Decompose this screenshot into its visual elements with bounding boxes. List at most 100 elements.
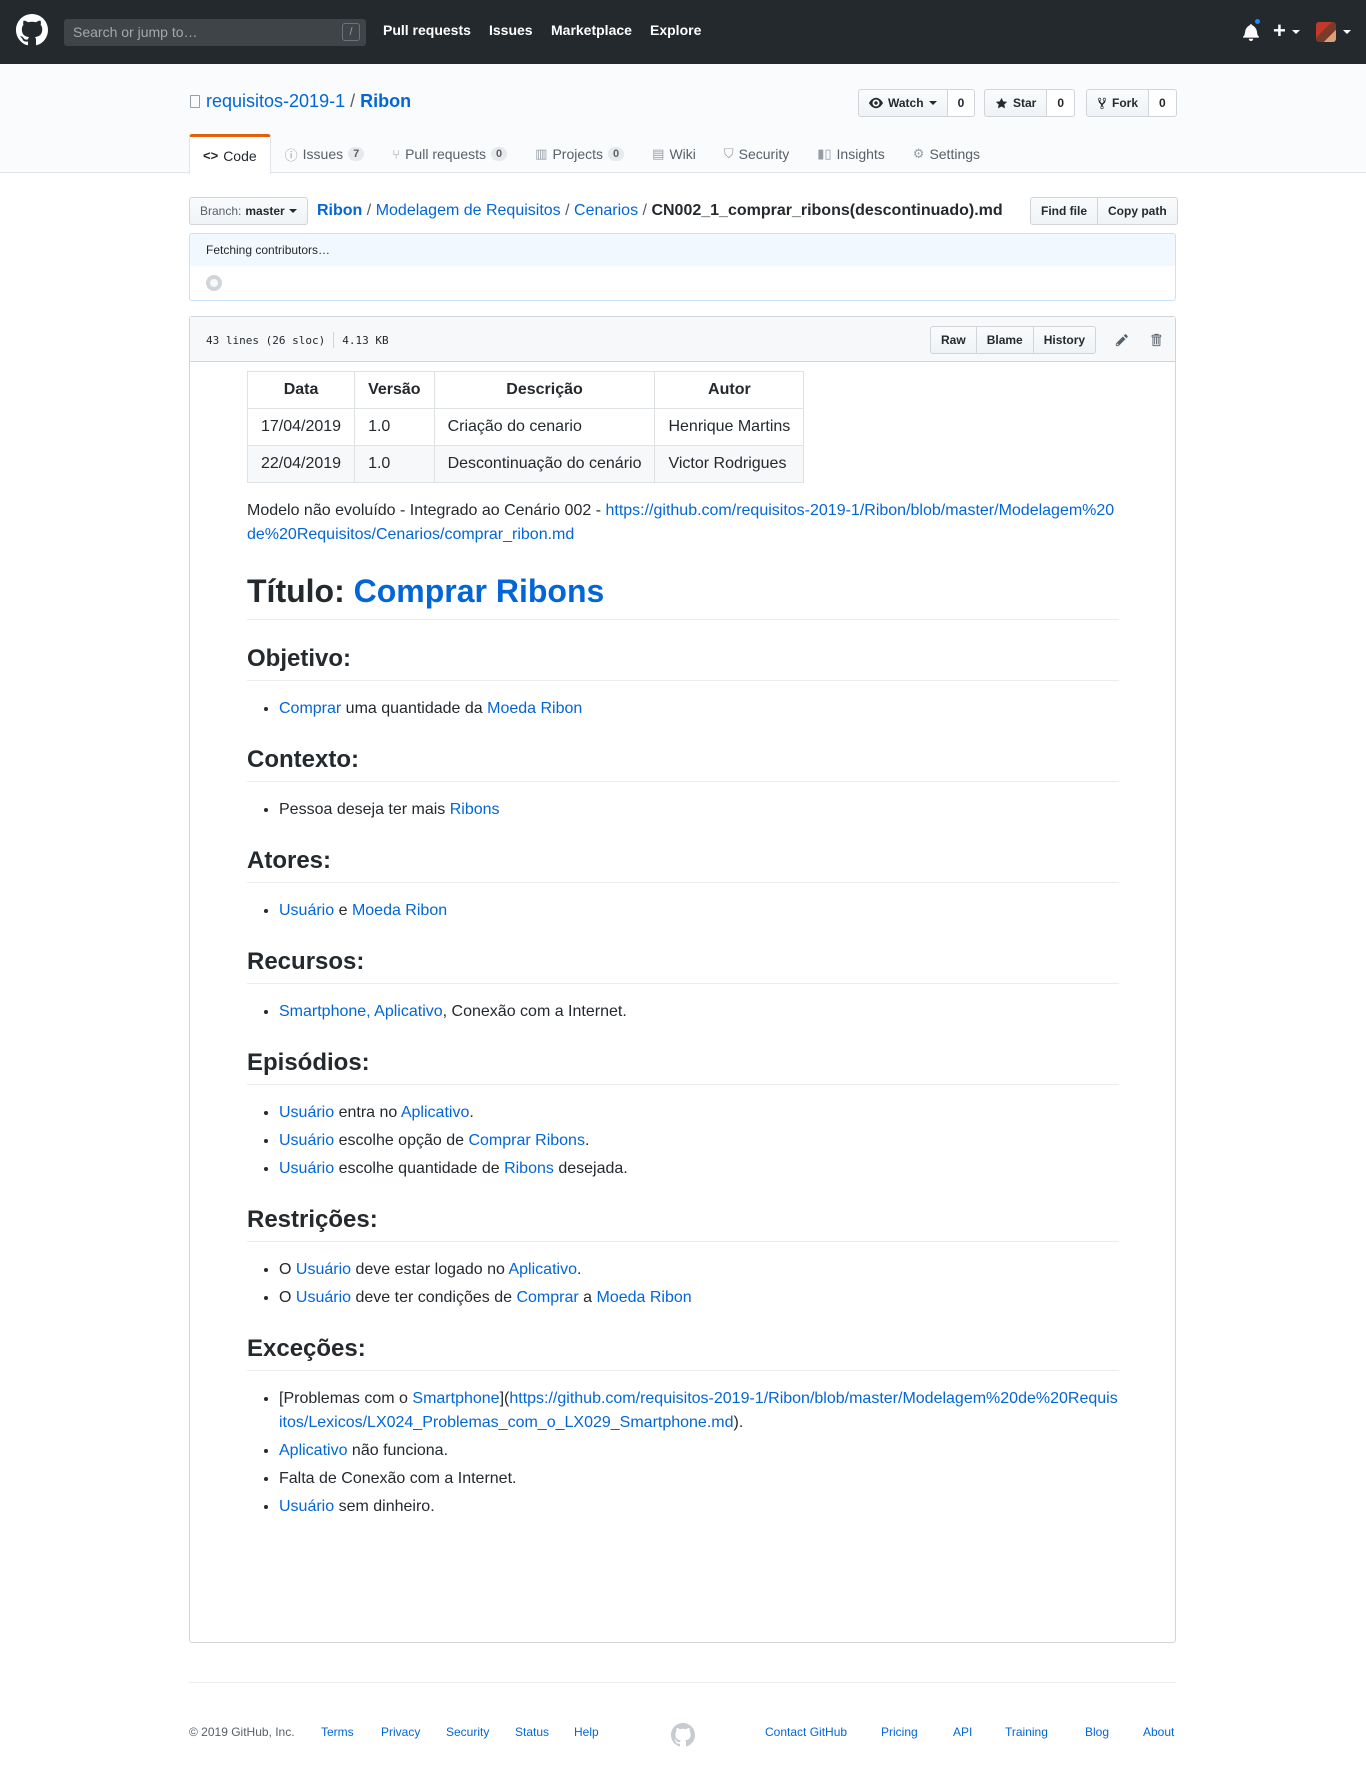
star-count[interactable]: 0	[1047, 89, 1076, 117]
footer-link-blog[interactable]: Blog	[1085, 1725, 1109, 1739]
fork-label: Fork	[1112, 96, 1139, 110]
branch-select-button[interactable]: Branch: master	[189, 197, 308, 225]
nav-pull-requests[interactable]: Pull requests	[383, 22, 471, 38]
list-item: Pessoa deseja ter mais Ribons	[279, 798, 1119, 822]
tab-issues[interactable]: ⓘ Issues 7	[271, 134, 379, 173]
github-logo-icon[interactable]	[16, 14, 48, 46]
watch-count[interactable]: 0	[947, 89, 976, 117]
link[interactable]: Ribons	[450, 801, 500, 818]
text: , Conexão com a Internet.	[442, 1003, 627, 1020]
footer-link-status[interactable]: Status	[515, 1725, 549, 1739]
nav-explore[interactable]: Explore	[650, 22, 701, 38]
table-cell: Descontinuação do cenário	[433, 445, 656, 483]
tab-settings[interactable]: ⚙ Settings	[899, 134, 994, 173]
nav-issues[interactable]: Issues	[489, 22, 533, 38]
blame-button[interactable]: Blame	[976, 326, 1034, 354]
link[interactable]: Moeda Ribon	[487, 700, 582, 717]
link[interactable]: Smartphone, Aplicativo	[279, 1003, 443, 1020]
search-input[interactable]: Search or jump to… /	[64, 19, 366, 46]
tab-pull-requests[interactable]: ⑂ Pull requests 0	[378, 134, 521, 173]
text: ).	[733, 1414, 744, 1431]
title-link[interactable]: Comprar Ribons	[354, 573, 605, 609]
raw-button[interactable]: Raw	[930, 326, 977, 354]
table-header-row: Data Versão Descrição Autor	[246, 371, 805, 409]
link[interactable]: Usuário	[279, 1104, 334, 1121]
star-button[interactable]: Star	[984, 89, 1048, 117]
project-icon: ▥	[535, 146, 548, 161]
link[interactable]: Moeda Ribon	[352, 902, 447, 919]
link[interactable]: Aplicativo	[401, 1104, 469, 1121]
star-icon	[995, 97, 1008, 108]
user-avatar[interactable]	[1316, 22, 1336, 42]
tab-code[interactable]: <> Code	[189, 134, 271, 174]
section-heading-episodios: Episódios:	[247, 1048, 1119, 1085]
copy-path-button[interactable]: Copy path	[1098, 197, 1178, 225]
text: [Problemas com o	[279, 1390, 413, 1407]
breadcrumb-root-link[interactable]: Ribon	[317, 202, 362, 219]
fork-button[interactable]: Fork	[1086, 89, 1150, 117]
text: deve ter condições de	[351, 1289, 517, 1306]
tab-insights[interactable]: ▮▯ Insights	[803, 134, 899, 173]
file-nav-actions: Find file Copy path	[1030, 197, 1178, 225]
search-placeholder: Search or jump to…	[73, 24, 198, 40]
repo-title-separator: /	[350, 91, 356, 111]
tab-projects[interactable]: ▥ Projects 0	[521, 134, 638, 173]
nav-marketplace[interactable]: Marketplace	[551, 22, 632, 38]
book-icon: ▤	[652, 146, 665, 161]
star-label: Star	[1013, 96, 1037, 110]
link[interactable]: Ribons	[504, 1160, 554, 1177]
eye-icon	[869, 97, 883, 109]
history-button[interactable]: History	[1033, 326, 1097, 354]
file-line-count: 43 lines (26 sloc)	[206, 334, 326, 347]
link[interactable]: Comprar	[279, 700, 341, 717]
breadcrumb-dir-link[interactable]: Modelagem de Requisitos	[376, 202, 561, 219]
find-file-button[interactable]: Find file	[1030, 197, 1098, 225]
github-mark-icon[interactable]	[671, 1723, 695, 1747]
text: desejada.	[553, 1160, 628, 1177]
tab-security[interactable]: ⛉ Security	[710, 134, 803, 173]
link[interactable]: Usuário	[279, 902, 334, 919]
link[interactable]: Usuário	[279, 1498, 334, 1515]
chevron-down-icon[interactable]	[1343, 30, 1351, 34]
footer-link-security[interactable]: Security	[446, 1725, 489, 1739]
repo-owner-link[interactable]: requisitos-2019-1	[206, 91, 345, 111]
table-header-cell: Versão	[354, 371, 435, 409]
footer-link-terms[interactable]: Terms	[321, 1725, 354, 1739]
breadcrumb-separator: /	[642, 202, 647, 219]
text: escolhe opção de	[334, 1132, 469, 1149]
list-item: O Usuário deve estar logado no Aplicativ…	[279, 1258, 1119, 1282]
footer-link-contact[interactable]: Contact GitHub	[765, 1725, 847, 1739]
trash-icon[interactable]	[1148, 332, 1164, 348]
breadcrumb-separator: /	[565, 202, 570, 219]
fork-count[interactable]: 0	[1149, 89, 1177, 117]
tab-label: Code	[223, 147, 257, 164]
link[interactable]: Comprar Ribons	[468, 1132, 584, 1149]
repo-title: requisitos-2019-1 / Ribon	[190, 91, 411, 112]
footer-link-training[interactable]: Training	[1005, 1725, 1048, 1739]
footer-link-api[interactable]: API	[953, 1725, 972, 1739]
link[interactable]: Aplicativo	[279, 1442, 347, 1459]
link[interactable]: Usuário	[296, 1261, 351, 1278]
link[interactable]: Moeda Ribon	[597, 1289, 692, 1306]
footer-link-about[interactable]: About	[1143, 1725, 1174, 1739]
breadcrumb-dir-link[interactable]: Cenarios	[574, 202, 638, 219]
code-icon: <>	[203, 148, 219, 163]
link[interactable]: Usuário	[296, 1289, 351, 1306]
link[interactable]: Usuário	[279, 1132, 334, 1149]
section-heading-contexto: Contexto:	[247, 745, 1119, 782]
plus-icon: +	[1273, 18, 1286, 43]
create-new-button[interactable]: +	[1273, 19, 1300, 43]
footer-link-pricing[interactable]: Pricing	[881, 1725, 918, 1739]
link[interactable]: Comprar	[516, 1289, 578, 1306]
footer-link-help[interactable]: Help	[574, 1725, 599, 1739]
link[interactable]: Usuário	[279, 1160, 334, 1177]
text: e	[334, 902, 352, 919]
repo-name-link[interactable]: Ribon	[360, 91, 411, 111]
footer-link-privacy[interactable]: Privacy	[381, 1725, 420, 1739]
watch-button[interactable]: Watch	[858, 89, 948, 117]
breadcrumb: Ribon / Modelagem de Requisitos / Cenari…	[317, 202, 1003, 220]
link[interactable]: Smartphone	[412, 1390, 499, 1407]
tab-wiki[interactable]: ▤ Wiki	[638, 134, 710, 173]
pencil-icon[interactable]	[1114, 332, 1130, 348]
link[interactable]: Aplicativo	[508, 1261, 576, 1278]
